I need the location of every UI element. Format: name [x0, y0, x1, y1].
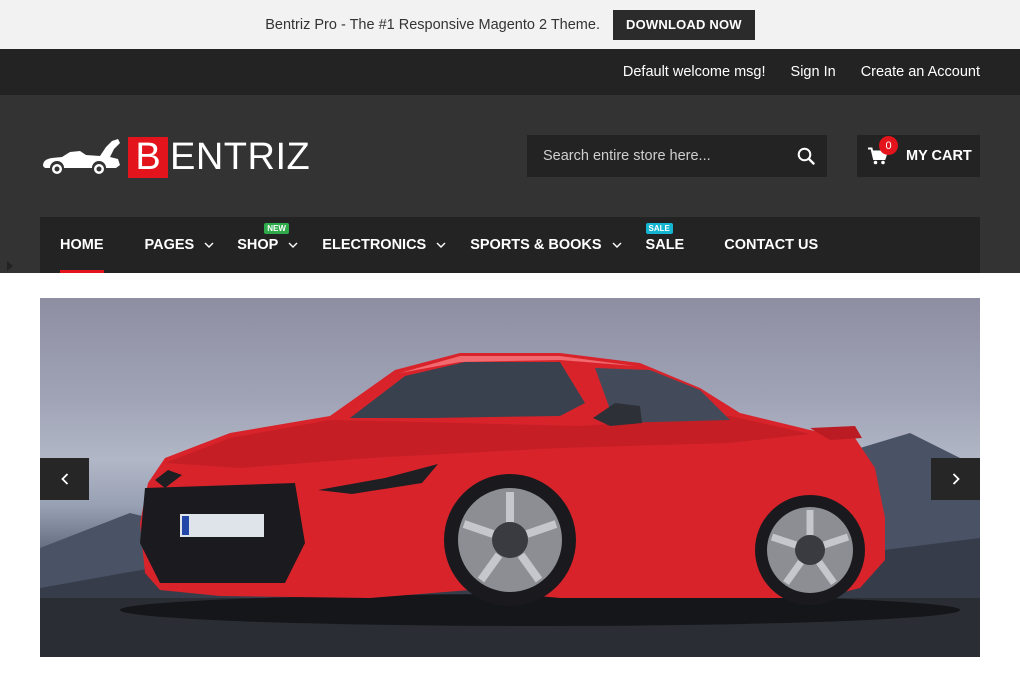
top-links-bar: Default welcome msg! Sign In Create an A… [0, 49, 1020, 95]
promo-bar: Bentriz Pro - The #1 Responsive Magento … [0, 0, 1020, 49]
main-navigation: HOME PAGES NEW SHOP ELECTRONICS SPORTS &… [40, 217, 980, 273]
chevron-down-icon [612, 242, 622, 248]
nav-item-electronics[interactable]: ELECTRONICS [322, 217, 446, 273]
cart-count-badge: 0 [879, 136, 898, 155]
welcome-message: Default welcome msg! [622, 64, 766, 80]
chevron-right-icon [952, 473, 960, 485]
sale-badge: SALE [645, 223, 673, 234]
mini-cart[interactable]: 0 MY CART [857, 135, 980, 177]
nav-item-sale[interactable]: SALE SALE [645, 217, 685, 273]
new-badge: NEW [264, 223, 289, 234]
logo-wordmark: ENTRIZ [170, 135, 311, 178]
nav-item-home[interactable]: HOME [60, 217, 104, 273]
nav-label: SHOP [237, 237, 279, 253]
nav-item-sports-books[interactable]: SPORTS & BOOKS [470, 217, 622, 273]
site-header: B ENTRIZ 0 MY CART HOME PAGES NE [0, 95, 1020, 273]
logo-initial: B [128, 136, 168, 178]
nav-item-shop[interactable]: NEW SHOP [237, 217, 298, 273]
nav-label: SPORTS & BOOKS [470, 237, 602, 253]
side-panel-toggle-icon[interactable] [7, 261, 13, 271]
promo-text: Bentriz Pro - The #1 Responsive Magento … [265, 16, 600, 33]
slider-next-button[interactable] [931, 458, 980, 500]
search-input[interactable] [527, 135, 785, 177]
chevron-down-icon [436, 242, 446, 248]
nav-item-pages[interactable]: PAGES [145, 217, 215, 273]
nav-label: ELECTRONICS [322, 237, 427, 253]
search-icon [797, 147, 815, 165]
site-logo[interactable]: B ENTRIZ [40, 135, 310, 179]
chevron-down-icon [288, 242, 298, 248]
search-button[interactable] [785, 135, 827, 177]
nav-item-contact-us[interactable]: CONTACT US [724, 217, 818, 273]
nav-label: SALE [645, 237, 685, 253]
nav-label: PAGES [144, 237, 195, 253]
slider-prev-button[interactable] [40, 458, 89, 500]
chevron-left-icon [60, 473, 68, 485]
nav-label: CONTACT US [724, 237, 819, 253]
download-now-button[interactable]: DOWNLOAD NOW [612, 9, 755, 40]
cart-label: MY CART [906, 148, 972, 164]
hero-car-image [40, 353, 980, 657]
create-account-link[interactable]: Create an Account [861, 64, 980, 80]
chevron-down-icon [204, 242, 214, 248]
sign-in-link[interactable]: Sign In [791, 64, 836, 80]
nav-label: HOME [60, 237, 104, 253]
car-logo-icon [43, 139, 120, 176]
hero-slider [40, 298, 980, 657]
search-box [527, 135, 827, 177]
